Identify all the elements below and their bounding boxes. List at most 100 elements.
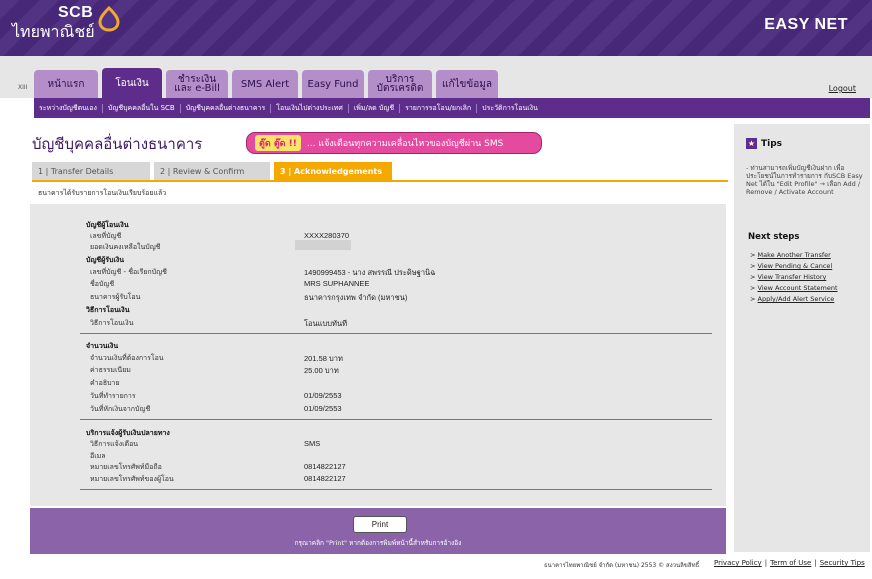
corner-mark: XIII [18,84,28,91]
tab-label: โอนเงิน [115,77,149,89]
star-icon: ★ [746,138,757,149]
notify-section-heading: บริการแจ้งผู้รับเงินปลายทาง [86,429,170,437]
progress-steps: 1 | Transfer Details 2 | Review & Confir… [32,162,728,182]
to-account-label: เลขที่บัญชี - ชื่อเรียกบัญชี [90,268,167,276]
subnav-add-remove[interactable]: เพิ่ม/ลด บัญชี [349,103,401,113]
make-another-transfer-link[interactable]: Make Another Transfer [758,251,831,259]
list-item[interactable]: > View Pending & Cancel [750,261,838,272]
description-label: คำอธิบาย [90,379,120,387]
tab-easy-fund[interactable]: Easy Fund [302,70,364,98]
step-transfer-details: 1 | Transfer Details [32,162,150,180]
method-value: โอนแบบทันที [304,319,348,328]
security-tips-link[interactable]: Security Tips [820,559,865,567]
subnav-other-bank[interactable]: บัญชีบุคคลอื่นต่างธนาคาร [181,103,272,113]
tab-label: แก้ไขข้อมูล [442,78,492,90]
privacy-policy-link[interactable]: Privacy Policy [714,559,762,567]
next-steps-list: > Make Another Transfer > View Pending &… [750,250,838,305]
balance-hidden [295,240,351,250]
sms-promo-banner[interactable]: ตู๊ด ตู๊ด !! ... แจ้งเตือนทุกความเคลื่อน… [246,132,542,154]
tab-label: หน้าแรก [47,78,85,90]
amount-value: 201.58 บาท [304,354,343,363]
separator: | [814,559,817,567]
amount-section-heading: จำนวนเงิน [86,342,119,350]
tab-label: SMS Alert [240,78,290,90]
view-history-link[interactable]: View Transfer History [758,273,827,281]
list-item[interactable]: > View Account Statement [750,283,838,294]
divider [80,419,712,420]
subnav-history[interactable]: ประวัติการโอนเงิน [477,104,543,113]
brand-th: ไทยพาณิชย์ [12,22,95,41]
header-banner: SCB ไทยพาณิชย์ EASY NET [0,0,872,56]
list-item[interactable]: > View Transfer History [750,272,838,283]
transaction-date-label: วันที่ทำรายการ [90,392,136,400]
fee-label: ค่าธรรมเนียม [90,366,131,374]
divider [80,489,712,490]
tab-sms-alert[interactable]: SMS Alert [232,70,298,98]
to-name-value: MRS SUPHANNEE [304,279,370,288]
tab-transfer[interactable]: โอนเงิน [102,68,162,98]
from-account-label: เลขที่บัญชี [90,232,122,240]
to-name-label: ชื่อบัญชี [90,280,115,288]
alert-service-link[interactable]: Apply/Add Alert Service [758,295,835,303]
notify-method-value: SMS [304,439,321,448]
tab-payment[interactable]: ชำระเงิน และ e-Bill [166,70,228,98]
debit-date-label: วันที่หักเงินจากบัญชี [90,405,151,413]
mobile-value: 0814822127 [304,462,346,471]
sender-mobile-label: หมายเลขโทรศัพท์ของผู้โอน [90,475,174,483]
tab-edit-profile[interactable]: แก้ไขข้อมูล [436,70,498,98]
print-note: กรุณาคลิก "Print" หากต้องการพิมพ์หน้านี้… [294,539,462,547]
to-account-value: 1490999453 - นาง สพรรณี ประดิษฐานิฉ [304,268,436,277]
debit-date-value: 01/09/2553 [304,404,342,413]
from-account-value: XXXX280370 [304,231,350,240]
product-name: EASY NET [764,16,848,33]
view-pending-link[interactable]: View Pending & Cancel [758,262,833,270]
email-label: อีเมล [90,452,106,460]
subnav-pending[interactable]: รายการรอโอน/ยกเลิก [400,103,478,113]
tab-label-2: และ e-Bill [174,83,220,94]
list-item[interactable]: > Make Another Transfer [750,250,838,261]
subnav-other-scb[interactable]: บัญชีบุคคลอื่นใน SCB [103,103,181,113]
sender-mobile-value: 0814822127 [304,474,346,483]
tab-label-2: บัตรเครดิต [376,83,424,94]
subnav-overseas[interactable]: โอนเงินไปต่างประเทศ [271,103,349,113]
main-content: บัญชีบุคคลอื่นต่างธนาคาร ตู๊ด ตู๊ด !! ..… [30,118,728,556]
copyright: ธนาคารไทยพาณิชย์ จำกัด (มหาชน) 2553 © สง… [544,562,700,569]
transfer-details-panel: บัญชีผู้โอนเงิน เลขที่บัญชี XXXX280370 ย… [30,204,726,506]
print-button[interactable]: Print [353,516,407,533]
page-title: บัญชีบุคคลอื่นต่างธนาคาร [32,135,203,153]
fee-value: 25.00 บาท [304,366,339,375]
method-section-heading: วิธีการโอนเงิน [86,306,130,314]
footer-links: Privacy Policy | Term of Use | Security Tips [714,559,865,567]
to-bank-label: ธนาคารผู้รับโอน [90,293,141,301]
method-label: วิธีการโอนเงิน [90,319,134,327]
status-message: ธนาคารได้รับรายการโอนเงินเรียบร้อยแล้ว [38,189,167,197]
amount-label: จำนวนเงินที่ต้องการโอน [90,354,164,362]
tips-text: - ท่านสามารถเพิ่มบัญชีเงินฝาก เพื่อประโย… [746,164,863,196]
sub-navigation: ระหว่างบัญชีตนเอง บัญชีบุคคลอื่นใน SCB บ… [34,98,870,118]
to-section-heading: บัญชีผู้รับเงิน [86,256,125,264]
mobile-label: หมายเลขโทรศัพท์มือถือ [90,463,162,471]
separator: | [764,559,768,567]
divider [80,333,712,334]
term-of-use-link[interactable]: Term of Use [770,559,811,567]
from-section-heading: บัญชีผู้โอนเงิน [86,221,129,229]
view-statement-link[interactable]: View Account Statement [758,284,838,292]
list-item[interactable]: > Apply/Add Alert Service [750,294,838,305]
logout-link[interactable]: Logout [829,84,856,93]
tab-home[interactable]: หน้าแรก [34,70,98,98]
step-acknowledgements: 3 | Acknowledgements [274,162,392,180]
tips-title: Tips [761,138,783,149]
tab-label: Easy Fund [307,78,359,90]
promo-badge: ตู๊ด ตู๊ด !! [255,135,301,151]
transaction-date-value: 01/09/2553 [304,391,342,400]
brand-logo[interactable]: SCB ไทยพาณิชย์ [12,4,95,45]
promo-text: ... แจ้งเตือนทุกความเคลื่อนไหวของบัญชีผ่… [306,139,504,149]
next-steps-heading: Next steps [748,232,800,242]
tab-credit-card[interactable]: บริการ บัตรเครดิต [368,70,432,98]
to-bank-value: ธนาคารกรุงเทพ จำกัด (มหาชน) [304,293,408,302]
subnav-own-accounts[interactable]: ระหว่างบัญชีตนเอง [34,103,103,113]
step-review-confirm: 2 | Review & Confirm [154,162,270,180]
sidebar: ★ Tips - ท่านสามารถเพิ่มบัญชีเงินฝาก เพื… [734,124,870,552]
footer: ธนาคารไทยพาณิชย์ จำกัด (มหาชน) 2553 © สง… [0,552,872,579]
balance-label: ยอดเงินคงเหลือในบัญชี [90,243,161,251]
